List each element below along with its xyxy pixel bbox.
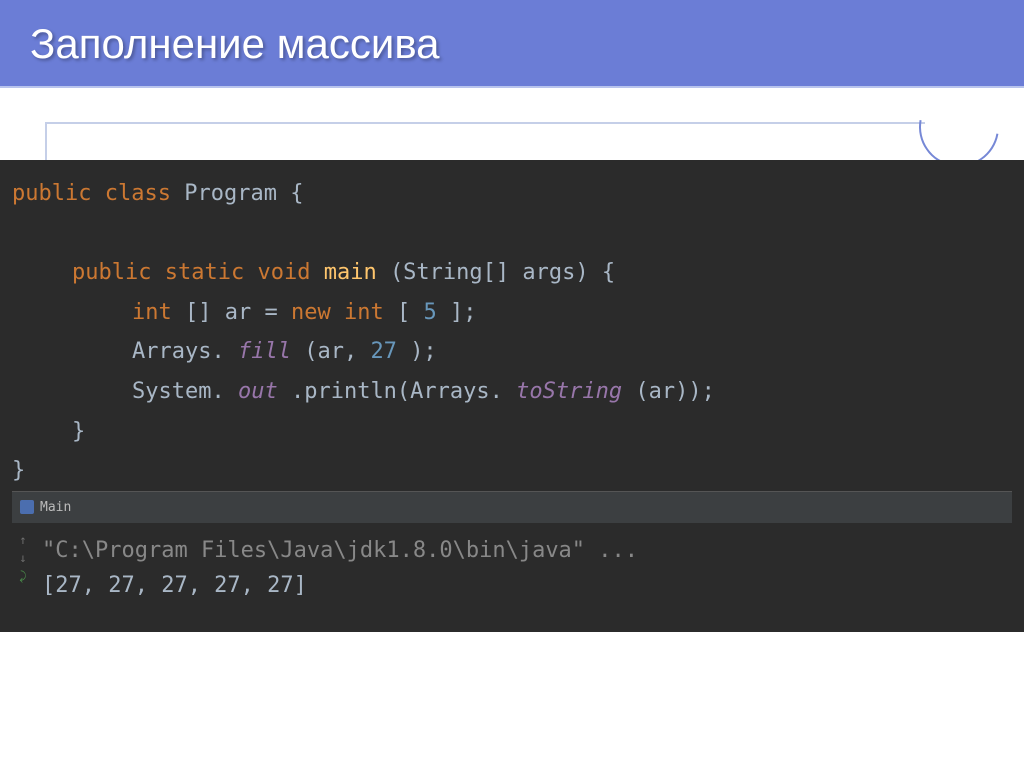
method-main: main	[324, 260, 377, 285]
class-system: System.	[132, 379, 225, 404]
number-literal: 27	[370, 339, 397, 364]
type-int: int	[344, 300, 384, 325]
code-line-blank	[12, 214, 1012, 254]
code-line-2: public static void main (String[] args) …	[12, 253, 1012, 293]
field-out: out	[238, 379, 278, 404]
code-line-4: Arrays. fill (ar, 27 );	[12, 332, 1012, 372]
bracket: [	[397, 300, 410, 325]
var-decl: [] ar =	[185, 300, 291, 325]
method-println: .println(Arrays.	[291, 379, 503, 404]
console-result: [27, 27, 27, 27, 27]	[42, 568, 1000, 603]
console-tab-bar: Main	[12, 491, 1012, 523]
keyword-void: void	[257, 260, 310, 285]
method-fill: fill	[238, 339, 291, 364]
code-line-5: System. out .println(Arrays. toString (a…	[12, 372, 1012, 412]
console-output: ↑ ↓ ⤸ "C:\Program Files\Java\jdk1.8.0\bi…	[12, 523, 1012, 617]
arrow-down-icon[interactable]: ↓	[16, 549, 30, 563]
slide-header: Заполнение массива	[0, 0, 1024, 88]
brace-close: }	[72, 419, 85, 444]
keyword-static: static	[165, 260, 244, 285]
wrap-icon[interactable]: ⤸	[16, 567, 30, 581]
console-java-path: "C:\Program Files\Java\jdk1.8.0\bin\java…	[42, 533, 1000, 568]
args: (ar,	[304, 339, 370, 364]
code-line-1: public class Program {	[12, 174, 1012, 214]
class-arrays: Arrays.	[132, 339, 225, 364]
keyword-int: int	[132, 300, 172, 325]
console-tab-label[interactable]: Main	[40, 496, 71, 519]
run-config-icon	[20, 500, 34, 514]
class-name: Program	[184, 181, 277, 206]
code-line-7: }	[12, 451, 1012, 491]
keyword-new: new	[291, 300, 331, 325]
header-underline	[0, 86, 1024, 88]
brace-close: }	[12, 458, 25, 483]
keyword-public: public	[72, 260, 151, 285]
args-close: );	[410, 339, 437, 364]
code-line-6: }	[12, 412, 1012, 452]
method-params: (String[] args) {	[390, 260, 615, 285]
code-line-3: int [] ar = new int [ 5 ];	[12, 293, 1012, 333]
keyword-class: class	[105, 181, 171, 206]
slide-title: Заполнение массива	[30, 20, 994, 68]
stmt-end: (ar));	[635, 379, 714, 404]
keyword-public: public	[12, 181, 91, 206]
arrow-up-icon[interactable]: ↑	[16, 531, 30, 545]
method-tostring: toString	[516, 379, 622, 404]
decor-hline	[45, 122, 925, 124]
code-block: public class Program { public static voi…	[0, 160, 1024, 632]
number-literal: 5	[423, 300, 436, 325]
console-gutter: ↑ ↓ ⤸	[16, 531, 30, 581]
bracket-close: ];	[450, 300, 477, 325]
brace-open: {	[290, 181, 303, 206]
